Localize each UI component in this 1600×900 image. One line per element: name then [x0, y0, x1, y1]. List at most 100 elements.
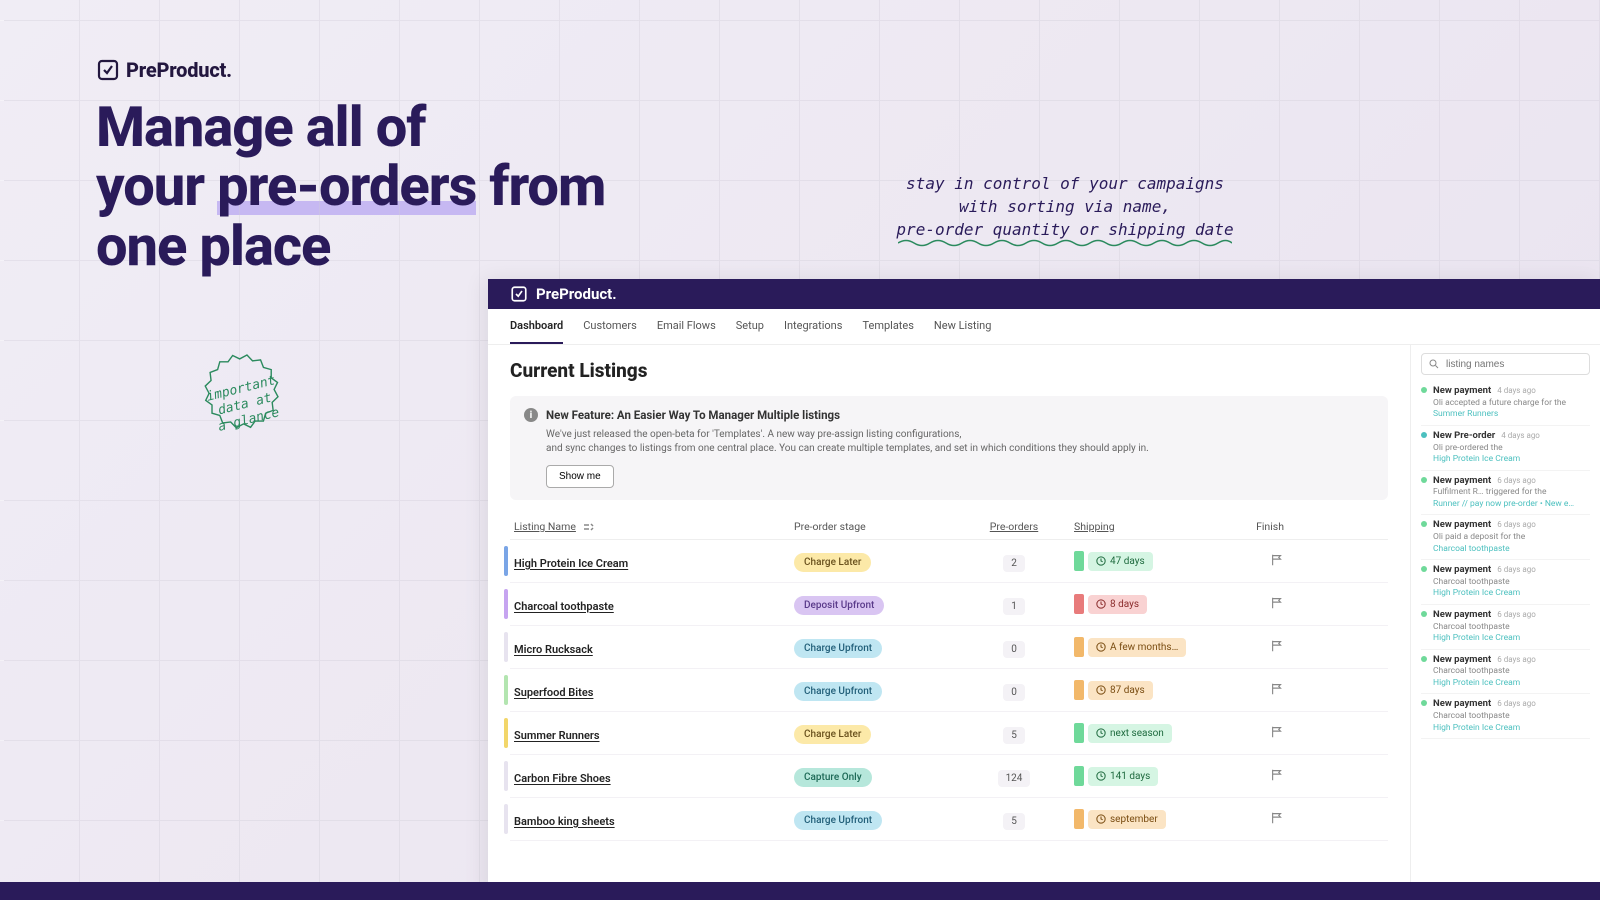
feed-link[interactable]: Charcoal toothpaste	[1433, 544, 1590, 555]
feed-item[interactable]: New payment6 days agoCharcoal toothpaste…	[1421, 650, 1590, 695]
feed-title: New payment	[1433, 609, 1491, 622]
feed-item[interactable]: New payment6 days agoCharcoal toothpaste…	[1421, 560, 1590, 605]
listing-name-link[interactable]: Summer Runners	[514, 729, 600, 742]
preorder-count: 5	[1003, 727, 1025, 744]
search-input[interactable]	[1446, 359, 1583, 370]
status-dot-icon	[1421, 611, 1427, 617]
feed-body: Charcoal toothpaste	[1433, 666, 1590, 677]
listing-row[interactable]: Summer RunnersCharge Later5next season	[510, 712, 1388, 755]
listing-name-link[interactable]: Charcoal toothpaste	[514, 600, 614, 613]
feed-link[interactable]: High Protein Ice Cream	[1433, 678, 1590, 689]
nav-customers[interactable]: Customers	[583, 309, 637, 344]
shipping-pill: 87 days	[1088, 681, 1153, 700]
show-me-button[interactable]: Show me	[546, 465, 614, 488]
listing-name-link[interactable]: High Protein Ice Cream	[514, 557, 628, 570]
finish-icon[interactable]	[1270, 682, 1284, 696]
tagline: stay in control of your campaigns with s…	[855, 172, 1275, 242]
stage-pill: Capture Only	[794, 768, 872, 787]
feed-item[interactable]: New payment6 days agoCharcoal toothpaste…	[1421, 694, 1590, 739]
finish-icon[interactable]	[1270, 725, 1284, 739]
feed-link[interactable]: High Protein Ice Cream	[1433, 588, 1590, 599]
logo-icon	[96, 58, 120, 82]
feed-body: Oli accepted a future charge for the	[1433, 398, 1590, 409]
feed-title: New payment	[1433, 654, 1491, 667]
stage-pill: Charge Upfront	[794, 682, 882, 701]
feed-body: Oli paid a deposit for the	[1433, 532, 1590, 543]
column-preorders[interactable]: Pre-orders	[954, 520, 1074, 533]
listing-row[interactable]: Superfood BitesCharge Upfront087 days	[510, 669, 1388, 712]
info-icon: i	[524, 408, 538, 422]
shipping-bar	[1074, 766, 1084, 786]
dashboard-brand: PreProduct.	[536, 285, 617, 303]
listing-row[interactable]: Bamboo king sheetsCharge Upfront5septemb…	[510, 798, 1388, 841]
stage-pill: Charge Upfront	[794, 639, 882, 658]
shipping-bar	[1074, 723, 1084, 743]
column-shipping[interactable]: Shipping	[1074, 520, 1224, 533]
stage-pill: Deposit Upfront	[794, 596, 884, 615]
listing-name-link[interactable]: Superfood Bites	[514, 686, 593, 699]
shipping-bar	[1074, 594, 1084, 614]
feed-link[interactable]: High Protein Ice Cream	[1433, 723, 1590, 734]
feed-body: Fulfilment R… triggered for the	[1433, 487, 1590, 498]
column-finish: Finish	[1224, 520, 1284, 533]
feature-title: New Feature: An Easier Way To Manager Mu…	[546, 408, 840, 422]
finish-icon[interactable]	[1270, 811, 1284, 825]
feed-item[interactable]: New payment 6 days agoCharcoal toothpaste…	[1421, 605, 1590, 650]
listing-row[interactable]: Micro RucksackCharge Upfront0A few month…	[510, 626, 1388, 669]
status-dot-icon	[1421, 521, 1427, 527]
feed-time: 4 days ago	[1501, 431, 1540, 442]
feed-item[interactable]: New Pre-order 4 days agoOli pre-ordered t…	[1421, 426, 1590, 471]
listing-row[interactable]: Charcoal toothpaste Deposit Upfront 1 8 day…	[510, 583, 1388, 626]
nav-templates[interactable]: Templates	[862, 309, 913, 344]
feed-title: New payment	[1433, 564, 1491, 577]
status-dot-icon	[1421, 566, 1427, 572]
search-listings[interactable]	[1421, 353, 1590, 375]
preorder-count: 1	[1003, 598, 1025, 615]
listing-name-link[interactable]: Micro Rucksack	[514, 643, 593, 656]
feed-body: Charcoal toothpaste	[1433, 622, 1590, 633]
shipping-pill: 141 days	[1088, 767, 1158, 786]
feed-body: Charcoal toothpaste	[1433, 577, 1590, 588]
feed-title: New payment	[1433, 698, 1491, 711]
nav-integrations[interactable]: Integrations	[784, 309, 842, 344]
shipping-bar	[1074, 551, 1084, 571]
nav-new-listing[interactable]: New Listing	[934, 309, 991, 344]
shipping-pill: 8 days	[1088, 595, 1147, 614]
page-title: Current Listings	[510, 359, 1388, 382]
feed-link[interactable]: Summer Runners	[1433, 409, 1590, 420]
preorder-count: 2	[1003, 555, 1025, 572]
feed-time: 6 days ago	[1497, 610, 1536, 621]
feed-link[interactable]: Runner // pay now pre-order • New e…	[1433, 499, 1590, 510]
nav-email-flows[interactable]: Email Flows	[657, 309, 716, 344]
listing-name-link[interactable]: Bamboo king sheets	[514, 815, 615, 828]
feed-item[interactable]: New payment6 days agoFulfilment R… trigg…	[1421, 471, 1590, 516]
footer-bar	[0, 882, 1600, 900]
listing-row[interactable]: Carbon Fibre ShoesCapture Only124141 day…	[510, 755, 1388, 798]
nav-dashboard[interactable]: Dashboard	[510, 309, 563, 344]
status-dot-icon	[1421, 432, 1427, 438]
headline-line-1: Manage all of	[96, 98, 605, 157]
finish-icon[interactable]	[1270, 596, 1284, 610]
brand-logo: PreProduct.	[96, 58, 232, 82]
column-listing-name[interactable]: Listing Name	[514, 520, 794, 533]
nav-setup[interactable]: Setup	[736, 309, 764, 344]
headline: Manage all of your pre-orders from one p…	[96, 98, 605, 276]
search-icon	[1428, 358, 1440, 370]
headline-line-3: one place	[96, 217, 605, 276]
feed-title: New Pre-order	[1433, 430, 1495, 443]
feed-item[interactable]: New payment6 days agoOli paid a deposit …	[1421, 515, 1590, 560]
preorder-count: 5	[1003, 813, 1025, 830]
feed-body: Oli pre-ordered the	[1433, 443, 1590, 454]
preorder-count: 0	[1003, 641, 1025, 658]
finish-icon[interactable]	[1270, 553, 1284, 567]
finish-icon[interactable]	[1270, 639, 1284, 653]
feed-link[interactable]: High Protein Ice Cream	[1433, 454, 1590, 465]
feed-body: Charcoal toothpaste	[1433, 711, 1590, 722]
feed-item[interactable]: New payment4 days agoOli accepted a futu…	[1421, 381, 1590, 426]
finish-icon[interactable]	[1270, 768, 1284, 782]
feed-title: New payment	[1433, 475, 1491, 488]
listings-table: Listing Name Pre-order stage Pre-orders …	[510, 514, 1388, 841]
feed-link[interactable]: High Protein Ice Cream	[1433, 633, 1590, 644]
listing-name-link[interactable]: Carbon Fibre Shoes	[514, 772, 611, 785]
listing-row[interactable]: High Protein Ice CreamCharge Later247 da…	[510, 540, 1388, 583]
